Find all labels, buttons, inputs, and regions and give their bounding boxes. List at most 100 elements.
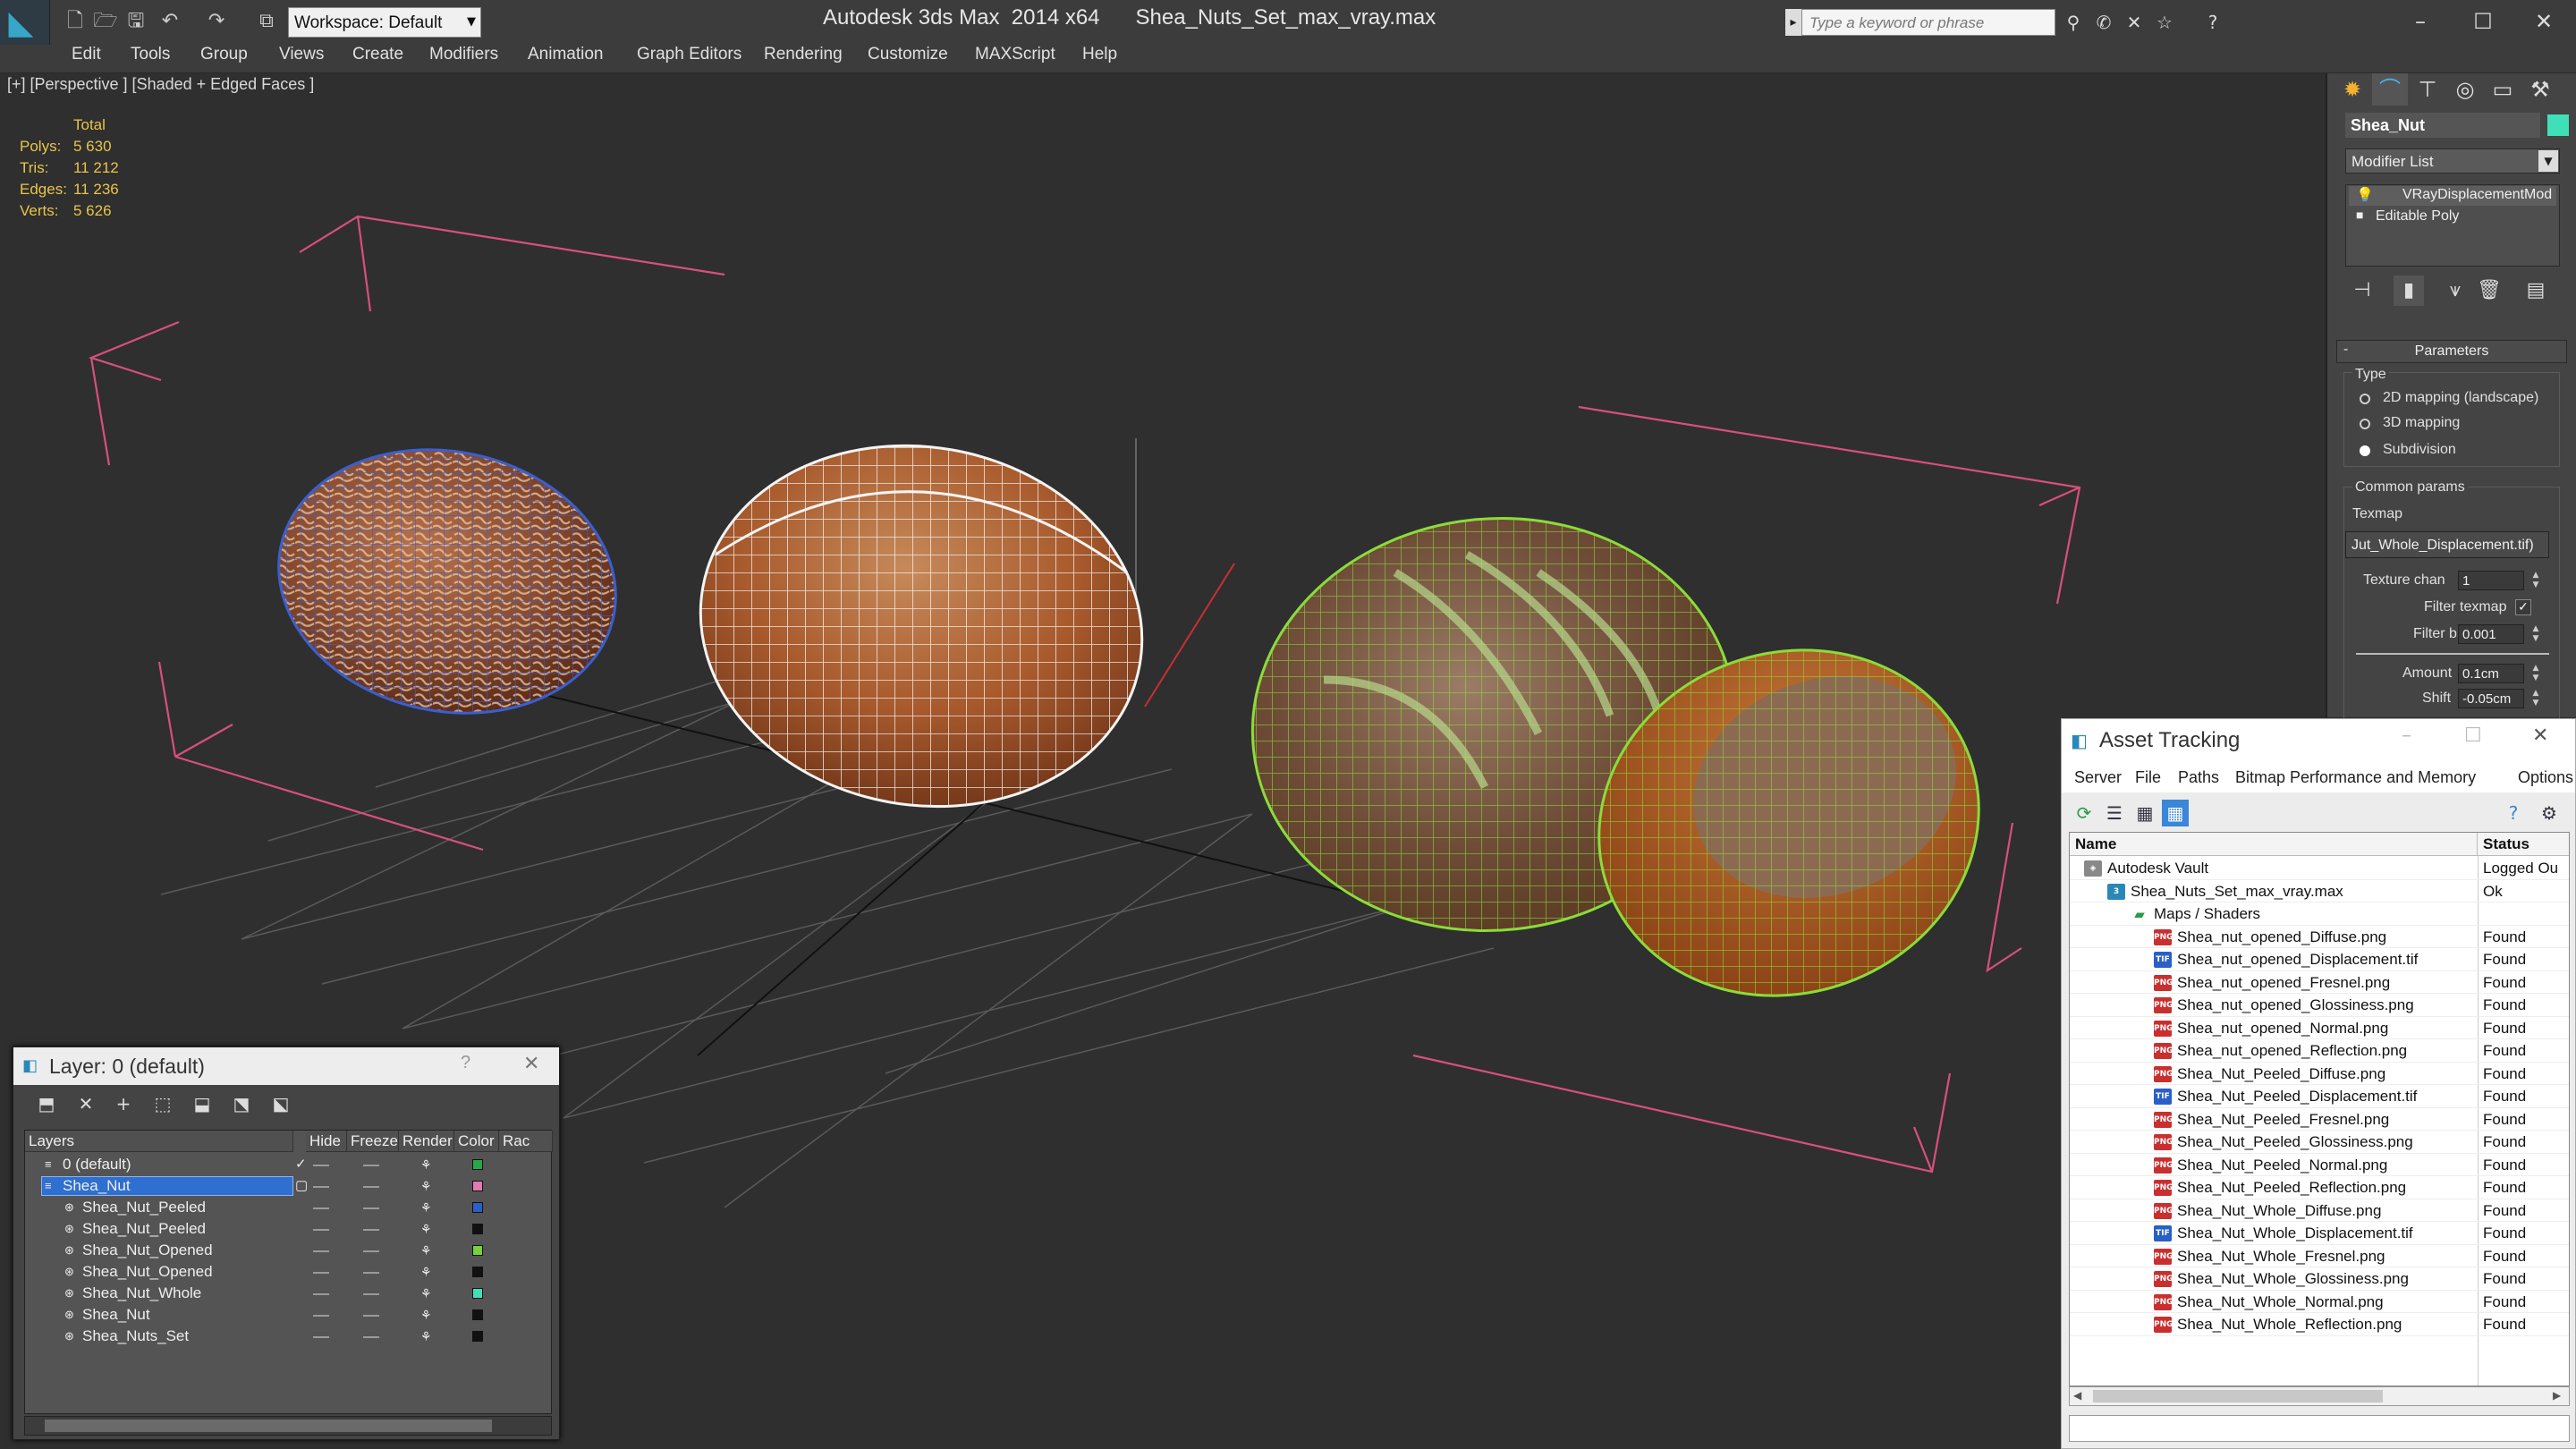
shea-nut-peeled[interactable] [254, 419, 640, 744]
hide-toggle[interactable] [313, 1229, 329, 1231]
layer-row[interactable]: ⊛ Shea_Nut_Opened ⚘ [25, 1240, 551, 1261]
menu-create[interactable]: Create [352, 45, 403, 73]
freeze-toggle[interactable] [363, 1208, 379, 1209]
modifier-stack-item[interactable]: VRayDisplacementMod [2402, 187, 2552, 203]
layer-row[interactable]: ⊛ Shea_Nut_Peeled ⚘ [25, 1218, 551, 1240]
hide-toggle[interactable] [313, 1293, 329, 1295]
asset-row[interactable]: TIF Shea_Nut_Whole_Displacement.tif Found [2070, 1222, 2569, 1245]
chevron-down-icon[interactable]: ▼ [2538, 150, 2558, 172]
render-teapot-icon[interactable]: ⚘ [420, 1154, 432, 1175]
delete-layer-icon[interactable]: ✕ [72, 1090, 99, 1117]
scroll-thumb[interactable] [2093, 1390, 2383, 1402]
shift-input[interactable]: -0.05cm [2458, 689, 2524, 708]
freeze-toggle[interactable] [363, 1272, 379, 1274]
menu-tools[interactable]: Tools [131, 45, 170, 73]
menu-edit[interactable]: Edit [72, 45, 101, 73]
minimize-icon[interactable]: – [2395, 4, 2445, 39]
column-header[interactable]: Render [399, 1131, 454, 1152]
layer-color-swatch[interactable] [472, 1309, 483, 1320]
layer-dialog-title[interactable]: Layer: 0 (default) [13, 1047, 559, 1085]
asset-row[interactable]: TIF Shea_Nut_Peeled_Displacement.tif Found [2070, 1085, 2569, 1108]
column-header[interactable]: Name [2070, 833, 2478, 856]
column-header[interactable]: Status [2478, 833, 2569, 856]
hide-toggle[interactable] [313, 1250, 329, 1252]
search-input[interactable]: Type a keyword or phrase [1801, 9, 2055, 36]
layer-color-swatch[interactable] [472, 1202, 483, 1213]
minimize-icon[interactable]: – [2402, 724, 2411, 747]
help-button[interactable]: ? [461, 1053, 470, 1073]
asset-row[interactable]: PNG Shea_nut_opened_Diffuse.png Found [2070, 926, 2569, 948]
app-menu-button[interactable]: ◣ [0, 0, 50, 50]
refresh-icon[interactable]: ⟳ [2071, 800, 2097, 826]
freeze-all-icon[interactable]: ⬕ [267, 1090, 294, 1117]
layer-name[interactable]: Shea_Nut_Opened [82, 1240, 213, 1261]
layer-name[interactable]: Shea_Nut_Whole [82, 1283, 201, 1304]
texmap-button[interactable]: Jut_Whole_Displacement.tif) [2345, 531, 2549, 558]
render-teapot-icon[interactable]: ⚘ [420, 1240, 432, 1261]
layer-color-swatch[interactable] [472, 1288, 483, 1299]
layer-name[interactable]: Shea_Nuts_Set [82, 1326, 189, 1347]
layer-row[interactable]: ≡ 0 (default) ✓ ⚘ [25, 1154, 551, 1175]
layer-horizontal-scrollbar[interactable] [24, 1416, 552, 1436]
menu-maxscript[interactable]: MAXScript [975, 45, 1055, 73]
redo-icon[interactable]: ↷ [204, 9, 229, 34]
asset-row[interactable]: PNG Shea_Nut_Whole_Fresnel.png Found [2070, 1245, 2569, 1267]
asset-tracking-title[interactable]: Asset Tracking [2062, 719, 2575, 762]
freeze-toggle[interactable] [363, 1336, 379, 1338]
remove-modifier-icon[interactable]: 🗑 [2474, 275, 2504, 306]
workspace-dropdown[interactable]: Workspace: Default [288, 7, 481, 38]
texture-chan-input[interactable]: 1 [2458, 571, 2524, 590]
help-icon[interactable]: ? [2500, 800, 2527, 826]
asset-row[interactable]: PNG Shea_nut_opened_Glossiness.png Found [2070, 994, 2569, 1017]
asset-row[interactable]: ▰ Maps / Shaders [2070, 902, 2569, 926]
layer-row[interactable]: ≡ Shea_Nut ▢ ⚘ [25, 1175, 551, 1197]
asset-row[interactable]: TIF Shea_nut_opened_Displacement.tif Found [2070, 948, 2569, 971]
exchange-icon[interactable]: ✕ [2122, 9, 2147, 36]
close-icon[interactable]: ✕ [2519, 4, 2569, 39]
settings-icon[interactable]: ⚙ [2536, 800, 2563, 826]
menu-modifiers[interactable]: Modifiers [429, 45, 498, 73]
menu-options[interactable]: Options [2518, 762, 2573, 792]
hide-toggle[interactable] [313, 1272, 329, 1274]
highlight-layer-icon[interactable]: ⬓ [189, 1090, 216, 1117]
utilities-tab-icon[interactable]: ⚒ [2522, 73, 2558, 106]
modifier-stack-item[interactable]: Editable Poly [2376, 208, 2459, 225]
asset-horizontal-scrollbar[interactable]: ◀ ▶ [2069, 1386, 2570, 1406]
render-teapot-icon[interactable]: ⚘ [420, 1304, 432, 1326]
menu-help[interactable]: Help [1082, 45, 1117, 73]
shea-nut-whole[interactable] [672, 411, 1171, 841]
column-header[interactable]: Hide [306, 1131, 347, 1152]
layer-name[interactable]: Shea_Nut_Peeled [82, 1218, 206, 1240]
asset-row[interactable]: PNG Shea_Nut_Peeled_Reflection.png Found [2070, 1176, 2569, 1199]
render-teapot-icon[interactable]: ⚘ [420, 1261, 432, 1283]
radio-2d-mapping[interactable] [2360, 394, 2370, 404]
select-objects-icon[interactable]: ⬚ [149, 1090, 176, 1117]
layer-color-swatch[interactable] [472, 1267, 483, 1277]
freeze-toggle[interactable] [363, 1186, 379, 1188]
render-teapot-icon[interactable]: ⚘ [420, 1218, 432, 1240]
hide-all-icon[interactable]: ⬔ [228, 1090, 255, 1117]
render-teapot-icon[interactable]: ⚘ [420, 1175, 432, 1197]
asset-row[interactable]: PNG Shea_nut_opened_Fresnel.png Found [2070, 971, 2569, 994]
add-to-layer-icon[interactable]: + [110, 1090, 137, 1117]
filter-blur-input[interactable]: 0.001 [2458, 624, 2524, 644]
layer-name[interactable]: Shea_Nut_Opened [82, 1261, 213, 1283]
current-layer-check-icon[interactable]: ✓ [295, 1154, 307, 1175]
chevron-down-icon[interactable]: ▼ [462, 7, 481, 38]
freeze-toggle[interactable] [363, 1165, 379, 1166]
show-end-result-icon[interactable]: ▮ [2394, 275, 2424, 306]
menu-server[interactable]: Server [2074, 762, 2122, 792]
radio-3d-mapping[interactable] [2360, 419, 2370, 429]
layer-color-swatch[interactable] [472, 1159, 483, 1170]
layer-name[interactable]: Shea_Nut_Peeled [82, 1197, 206, 1218]
radio-subdivision[interactable] [2360, 445, 2370, 456]
freeze-toggle[interactable] [363, 1229, 379, 1231]
layer-color-swatch[interactable] [472, 1181, 483, 1191]
menu-paths[interactable]: Paths [2178, 762, 2219, 792]
column-header[interactable]: Color [454, 1131, 499, 1152]
freeze-toggle[interactable] [363, 1293, 379, 1295]
make-unique-icon[interactable]: ⩛ [2440, 275, 2470, 306]
project-icon[interactable]: ⧉ [254, 9, 279, 34]
spinner-icon[interactable]: ▲ ▼ [2529, 624, 2542, 644]
menu-group[interactable]: Group [200, 45, 248, 73]
